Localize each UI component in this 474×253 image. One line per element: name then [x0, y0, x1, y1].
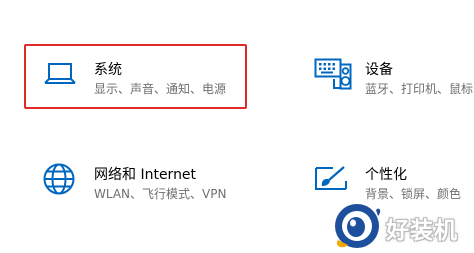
tile-personalization-title: 个性化 [365, 167, 407, 183]
tile-devices-title: 设备 [365, 62, 393, 78]
globe-icon [42, 162, 76, 200]
settings-home: 系统 显示、声音、通知、电源 设备 蓝牙、打印机、鼠标 网络和 Internet… [0, 0, 474, 253]
tile-network[interactable]: 网络和 Internet WLAN、飞行模式、VPN [38, 162, 268, 212]
watermark-text: 好装机 [386, 218, 458, 244]
tile-personalization[interactable]: 个性化 背景、锁屏、颜色 [310, 162, 474, 212]
tile-personalization-subtitle: 背景、锁屏、颜色 [365, 187, 462, 201]
tile-system-title: 系统 [94, 62, 122, 78]
tile-system[interactable]: 系统 显示、声音、通知、电源 [24, 44, 247, 109]
tile-network-subtitle: WLAN、飞行模式、VPN [94, 187, 227, 201]
laptop-icon [44, 61, 76, 91]
tile-devices-subtitle: 蓝牙、打印机、鼠标 [365, 82, 474, 96]
tile-network-title: 网络和 Internet [94, 167, 197, 183]
paint-icon [313, 164, 349, 200]
tile-system-subtitle: 显示、声音、通知、电源 [94, 82, 227, 96]
devices-icon [314, 58, 352, 96]
tile-devices[interactable]: 设备 蓝牙、打印机、鼠标 [310, 54, 474, 104]
